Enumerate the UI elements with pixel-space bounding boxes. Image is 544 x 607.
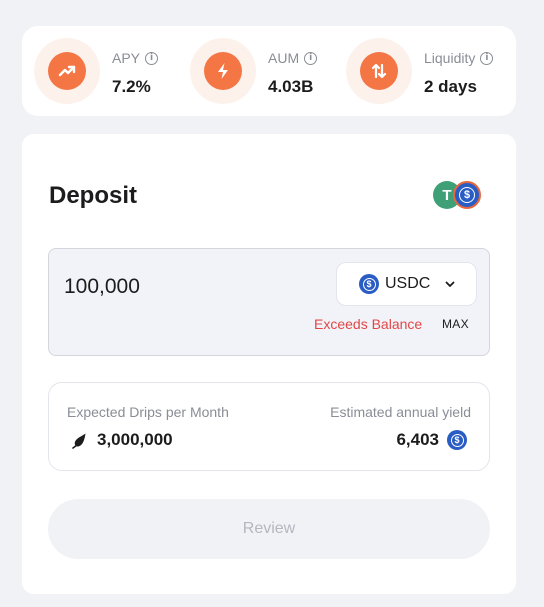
deposit-title: Deposit [49, 182, 138, 209]
stat-aum-label: AUM [268, 50, 300, 66]
deposit-card: Deposit T $ 100,000 $ USDC Exceeds Balan… [22, 134, 516, 594]
info-icon[interactable]: i [304, 51, 318, 65]
amount-box: 100,000 $ USDC Exceeds Balance MAX [48, 248, 490, 356]
info-icon[interactable]: i [480, 51, 494, 65]
token-pair: T $ [433, 181, 483, 209]
drips-label: Expected Drips per Month [67, 404, 229, 420]
stat-liquidity-value: 2 days [424, 77, 477, 96]
balance-error: Exceeds Balance [314, 316, 423, 332]
stats-card: APY i 7.2% AUM i 4.03B Liquidity i 2 day… [22, 26, 516, 116]
yield-value: 6,403 [396, 430, 439, 449]
usdc-icon: $ [447, 430, 467, 450]
amount-input[interactable]: 100,000 [64, 275, 140, 299]
drips-value: 3,000,000 [97, 430, 173, 449]
chevron-down-icon [445, 281, 455, 287]
stat-apy-value: 7.2% [112, 77, 151, 96]
lightning-icon [204, 52, 242, 90]
stat-apy-label: APY [112, 50, 141, 66]
swap-arrows-icon [360, 52, 398, 90]
yield-label: Estimated annual yield [330, 404, 471, 420]
trend-up-icon [48, 52, 86, 90]
token-select[interactable]: $ USDC [336, 262, 477, 306]
stat-liquidity-label: Liquidity [424, 50, 476, 66]
usdc-icon: $ [453, 181, 481, 209]
summary-box: Expected Drips per Month Estimated annua… [48, 382, 490, 471]
max-button[interactable]: MAX [442, 317, 469, 331]
usdc-icon: $ [359, 274, 379, 294]
info-icon[interactable]: i [145, 51, 159, 65]
token-select-label: USDC [385, 275, 431, 292]
review-button[interactable]: Review [48, 499, 490, 559]
stat-aum-value: 4.03B [268, 77, 314, 96]
drip-icon [72, 433, 86, 449]
